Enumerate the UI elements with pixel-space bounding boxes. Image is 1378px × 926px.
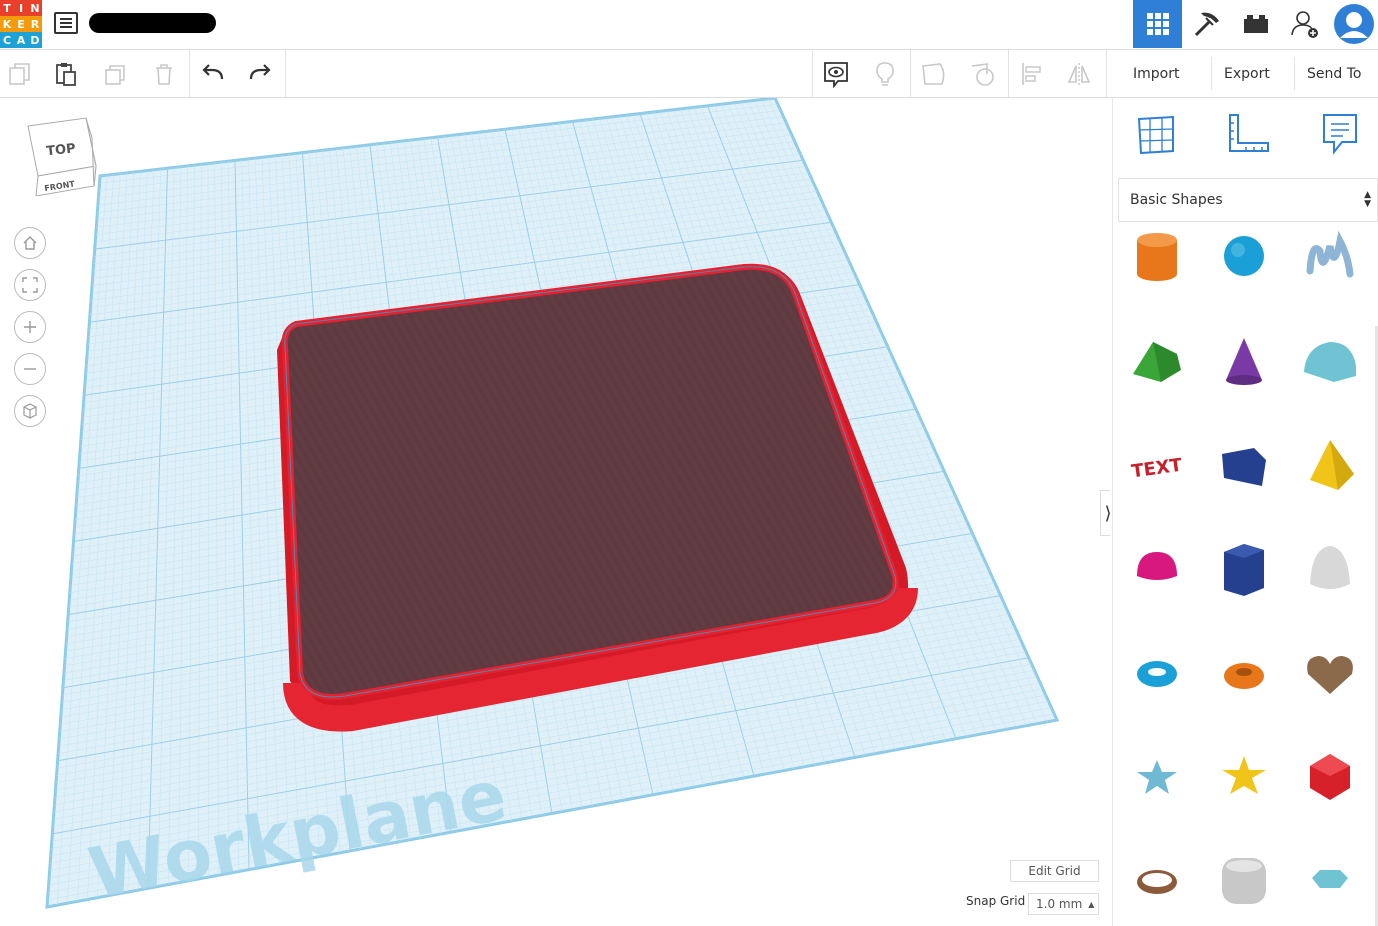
top-bar: TINKERCAD — [0, 0, 1378, 50]
add-user-icon[interactable] — [1280, 0, 1329, 48]
export-button[interactable]: Export — [1211, 57, 1282, 90]
shapes-panel: Basic Shapes ▲ ▼ TEXT — [1112, 98, 1378, 926]
logo-letter: N — [28, 0, 42, 16]
workplane-canvas[interactable]: Workplane — [0, 98, 1110, 926]
shape-paraboloid[interactable] — [1300, 538, 1360, 598]
home-view-button[interactable] — [14, 227, 46, 259]
shape-library-grid: TEXT — [1117, 226, 1377, 926]
logo-letter: K — [0, 16, 14, 32]
mirror-icon[interactable] — [1065, 60, 1093, 88]
shape-text[interactable]: TEXT — [1127, 434, 1187, 494]
edit-grid-button[interactable]: Edit Grid — [1010, 860, 1099, 882]
pickaxe-icon[interactable] — [1182, 0, 1231, 48]
shape-cone[interactable] — [1214, 330, 1274, 390]
shape-round-roof[interactable] — [1300, 330, 1360, 390]
shape-scribble[interactable] — [1300, 226, 1360, 286]
shape-pyramid[interactable] — [1300, 434, 1360, 494]
svg-text:TEXT: TEXT — [1130, 455, 1184, 483]
notes-visibility-icon[interactable] — [822, 60, 850, 88]
3d-design-grid-icon[interactable] — [1133, 0, 1182, 48]
ungroup-icon[interactable] — [969, 60, 997, 88]
minus-icon — [24, 368, 36, 370]
logo-letter: I — [14, 0, 28, 16]
zoom-in-button[interactable] — [14, 311, 46, 343]
shape-star-gold[interactable] — [1214, 746, 1274, 806]
fit-to-view-icon — [22, 277, 38, 293]
user-avatar[interactable] — [1329, 0, 1378, 48]
select-arrows-icon: ▲ ▼ — [1364, 190, 1371, 209]
logo-letter: R — [28, 16, 42, 32]
perspective-toggle-button[interactable] — [14, 395, 46, 427]
shape-rounded-box[interactable] — [1214, 850, 1274, 910]
notes-icon[interactable] — [1316, 110, 1364, 158]
send-to-button[interactable]: Send To — [1294, 57, 1373, 90]
delete-icon[interactable] — [150, 60, 178, 88]
plus-icon — [24, 321, 36, 333]
light-bulb-icon[interactable] — [871, 60, 899, 88]
logo-letter: E — [14, 16, 28, 32]
logo-letter: C — [0, 32, 14, 48]
shape-cylinder[interactable] — [1127, 226, 1187, 286]
paste-icon[interactable] — [52, 60, 80, 88]
snap-grid-label: Snap Grid — [966, 894, 1026, 908]
shape-star[interactable] — [1127, 746, 1187, 806]
bricks-icon[interactable] — [1231, 0, 1280, 48]
shape-ring[interactable] — [1127, 850, 1187, 910]
shape-polygon[interactable] — [1214, 538, 1274, 598]
shape-icosahedron[interactable] — [1300, 746, 1360, 806]
copy-icon[interactable] — [6, 60, 34, 88]
shape-half-sphere[interactable] — [1127, 538, 1187, 598]
cube-icon — [23, 403, 37, 419]
snap-grid-select[interactable]: 1.0 mm ▲ — [1028, 893, 1099, 915]
logo-letter: T — [0, 0, 14, 16]
shape-heart[interactable] — [1300, 642, 1360, 702]
caret-up-icon: ▲ — [1088, 899, 1095, 909]
zoom-out-button[interactable] — [14, 353, 46, 385]
redo-icon[interactable] — [246, 60, 274, 88]
design-list-menu-button[interactable] — [54, 12, 78, 34]
collapse-panel-button[interactable]: ⟩ — [1100, 490, 1110, 536]
shape-category-value: Basic Shapes — [1130, 192, 1223, 208]
logo-letter: A — [14, 32, 28, 48]
tinkercad-logo[interactable]: TINKERCAD — [0, 0, 42, 48]
shape-tube[interactable] — [1214, 642, 1274, 702]
view-cube-top-label: TOP — [46, 141, 77, 159]
shape-torus[interactable] — [1127, 642, 1187, 702]
chevron-right-icon: ⟩ — [1104, 503, 1110, 524]
shape-sphere[interactable] — [1214, 226, 1274, 286]
workplane-grid-icon[interactable] — [1132, 110, 1180, 158]
logo-letter: D — [28, 32, 42, 48]
align-icon[interactable] — [1018, 60, 1046, 88]
shape-diamond[interactable] — [1300, 850, 1360, 910]
snap-grid-value: 1.0 mm — [1036, 897, 1083, 911]
undo-icon[interactable] — [199, 60, 227, 88]
3d-viewport[interactable]: Workplane TOP FRONT ⟩ Edit Grid Snap Gri… — [0, 98, 1110, 926]
design-name-field[interactable] — [89, 13, 216, 33]
import-button[interactable]: Import — [1121, 57, 1191, 90]
shape-category-select[interactable]: Basic Shapes ▲ ▼ — [1118, 178, 1378, 222]
view-cube[interactable]: TOP FRONT — [24, 116, 104, 196]
group-icon[interactable] — [920, 60, 948, 88]
edit-toolbar: Import Export Send To — [0, 50, 1378, 98]
ruler-icon[interactable] — [1224, 110, 1272, 158]
shape-box[interactable] — [1214, 434, 1274, 494]
fit-view-button[interactable] — [14, 269, 46, 301]
home-icon — [23, 236, 37, 250]
shape-roof[interactable] — [1127, 330, 1187, 390]
duplicate-icon[interactable] — [102, 60, 130, 88]
